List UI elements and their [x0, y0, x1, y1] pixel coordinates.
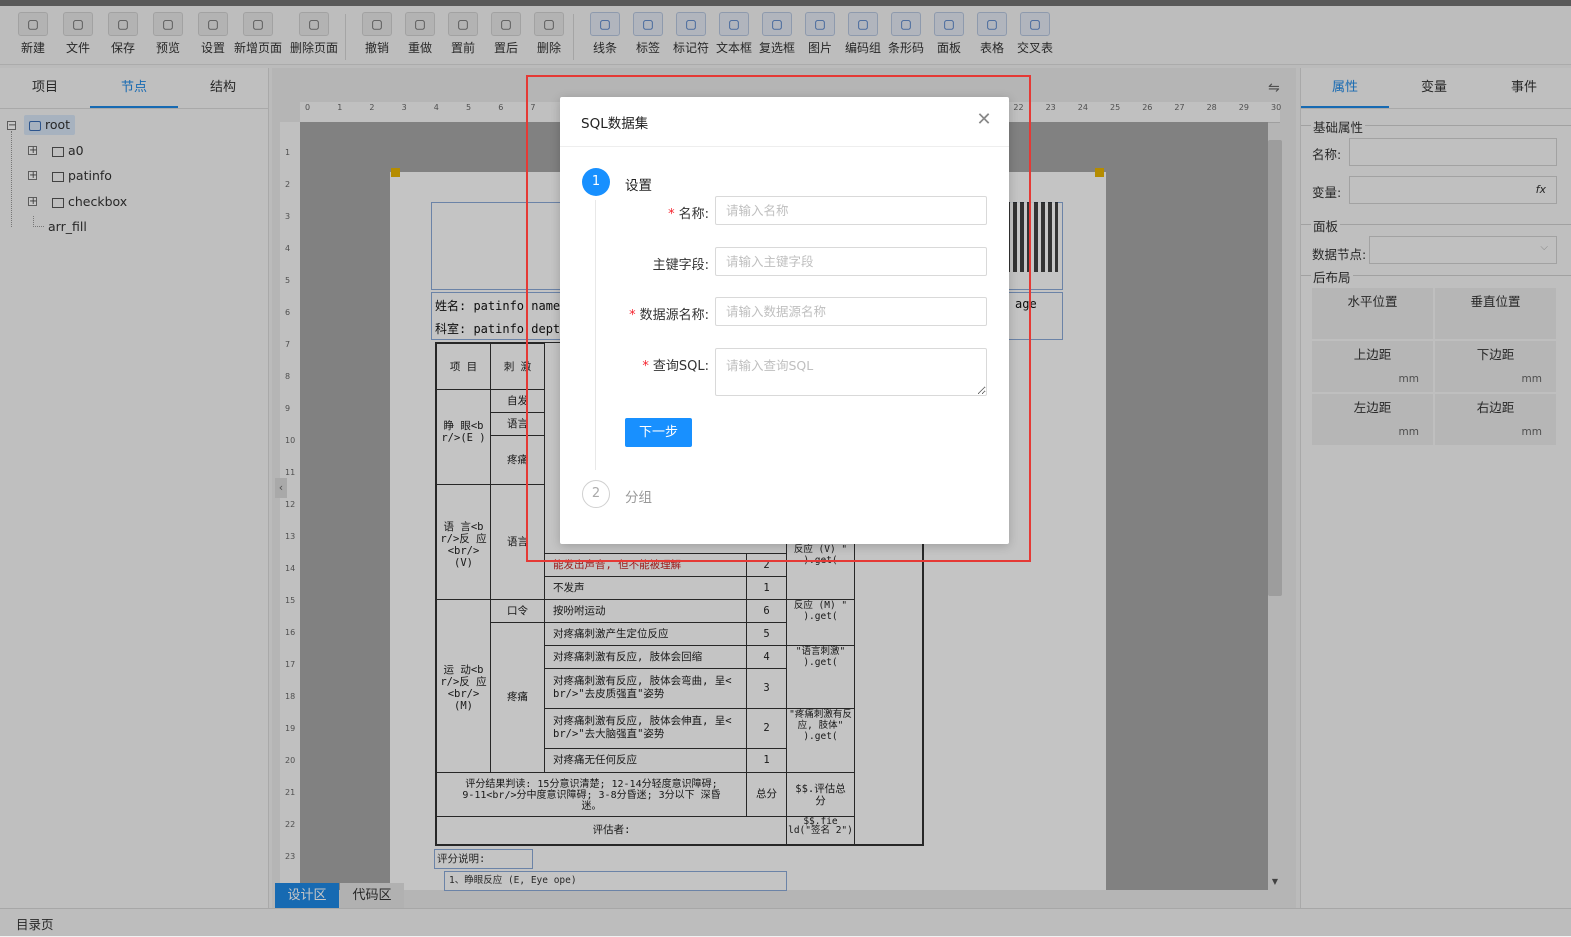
primary-key-field-label: 主键字段: — [652, 258, 709, 273]
dialog-title: SQL数据集 — [581, 116, 649, 132]
step-1-title: 设置 — [625, 178, 652, 194]
next-step-button[interactable]: 下一步 — [625, 418, 692, 447]
primary-key-input[interactable] — [715, 247, 987, 276]
name-field-label: * 名称: — [668, 207, 709, 222]
step-1-indicator: 1 — [582, 168, 610, 196]
query-sql-field-label: * 查询SQL: — [642, 359, 709, 374]
query-sql-textarea[interactable] — [715, 348, 987, 396]
datasource-field-label: * 数据源名称: — [629, 308, 709, 323]
step-2-title: 分组 — [625, 490, 652, 506]
name-input[interactable] — [715, 196, 987, 225]
close-icon[interactable]: ✕ — [974, 110, 994, 130]
step-connector — [595, 200, 596, 470]
dialog-header-divider — [560, 146, 1009, 147]
step-2-indicator: 2 — [582, 480, 610, 508]
sql-dataset-dialog: SQL数据集 ✕ 1 设置 *名称: 主键字段: *数据源名称: *查询SQL:… — [560, 97, 1009, 544]
datasource-name-input[interactable] — [715, 297, 987, 326]
